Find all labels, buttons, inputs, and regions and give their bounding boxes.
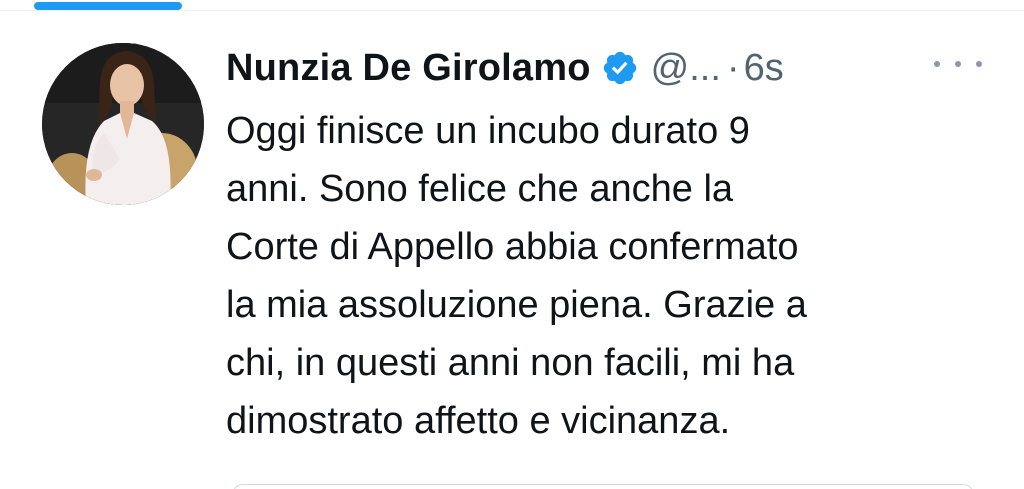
tweet-text-line: la mia assoluzione piena. Grazie a	[226, 284, 807, 326]
more-options-icon[interactable]	[934, 54, 982, 74]
more-dot	[934, 61, 940, 67]
avatar[interactable]	[42, 43, 204, 205]
author-name[interactable]: Nunzia De Girolamo	[226, 47, 591, 90]
attached-card-edge[interactable]	[232, 484, 974, 489]
tweet-text-line: anni. Sono felice che anche la	[226, 168, 734, 210]
divider	[0, 10, 1024, 11]
tweet-screen: Nunzia De Girolamo @... · 6s Oggi finisc…	[0, 0, 1024, 489]
tweet-text: Oggi finisce un incubo durato 9 anni. So…	[226, 102, 966, 450]
timestamp[interactable]: 6s	[744, 47, 784, 90]
author-handle[interactable]: @...	[651, 47, 721, 90]
tweet[interactable]: Nunzia De Girolamo @... · 6s Oggi finisc…	[226, 38, 1006, 450]
tab-indicator	[34, 2, 182, 10]
verified-badge-icon	[601, 49, 639, 87]
more-dot	[976, 61, 982, 67]
more-dot	[955, 61, 961, 67]
tweet-header: Nunzia De Girolamo @... · 6s	[226, 38, 1006, 98]
tweet-text-line: Corte di Appello abbia confermato	[226, 226, 799, 268]
tweet-text-line: Oggi finisce un incubo durato 9	[226, 110, 750, 152]
avatar-image	[42, 43, 204, 205]
tweet-text-line: dimostrato affetto e vicinanza.	[226, 400, 731, 442]
tweet-text-line: chi, in questi anni non facili, mi ha	[226, 342, 795, 384]
separator-dot: ·	[726, 46, 740, 89]
